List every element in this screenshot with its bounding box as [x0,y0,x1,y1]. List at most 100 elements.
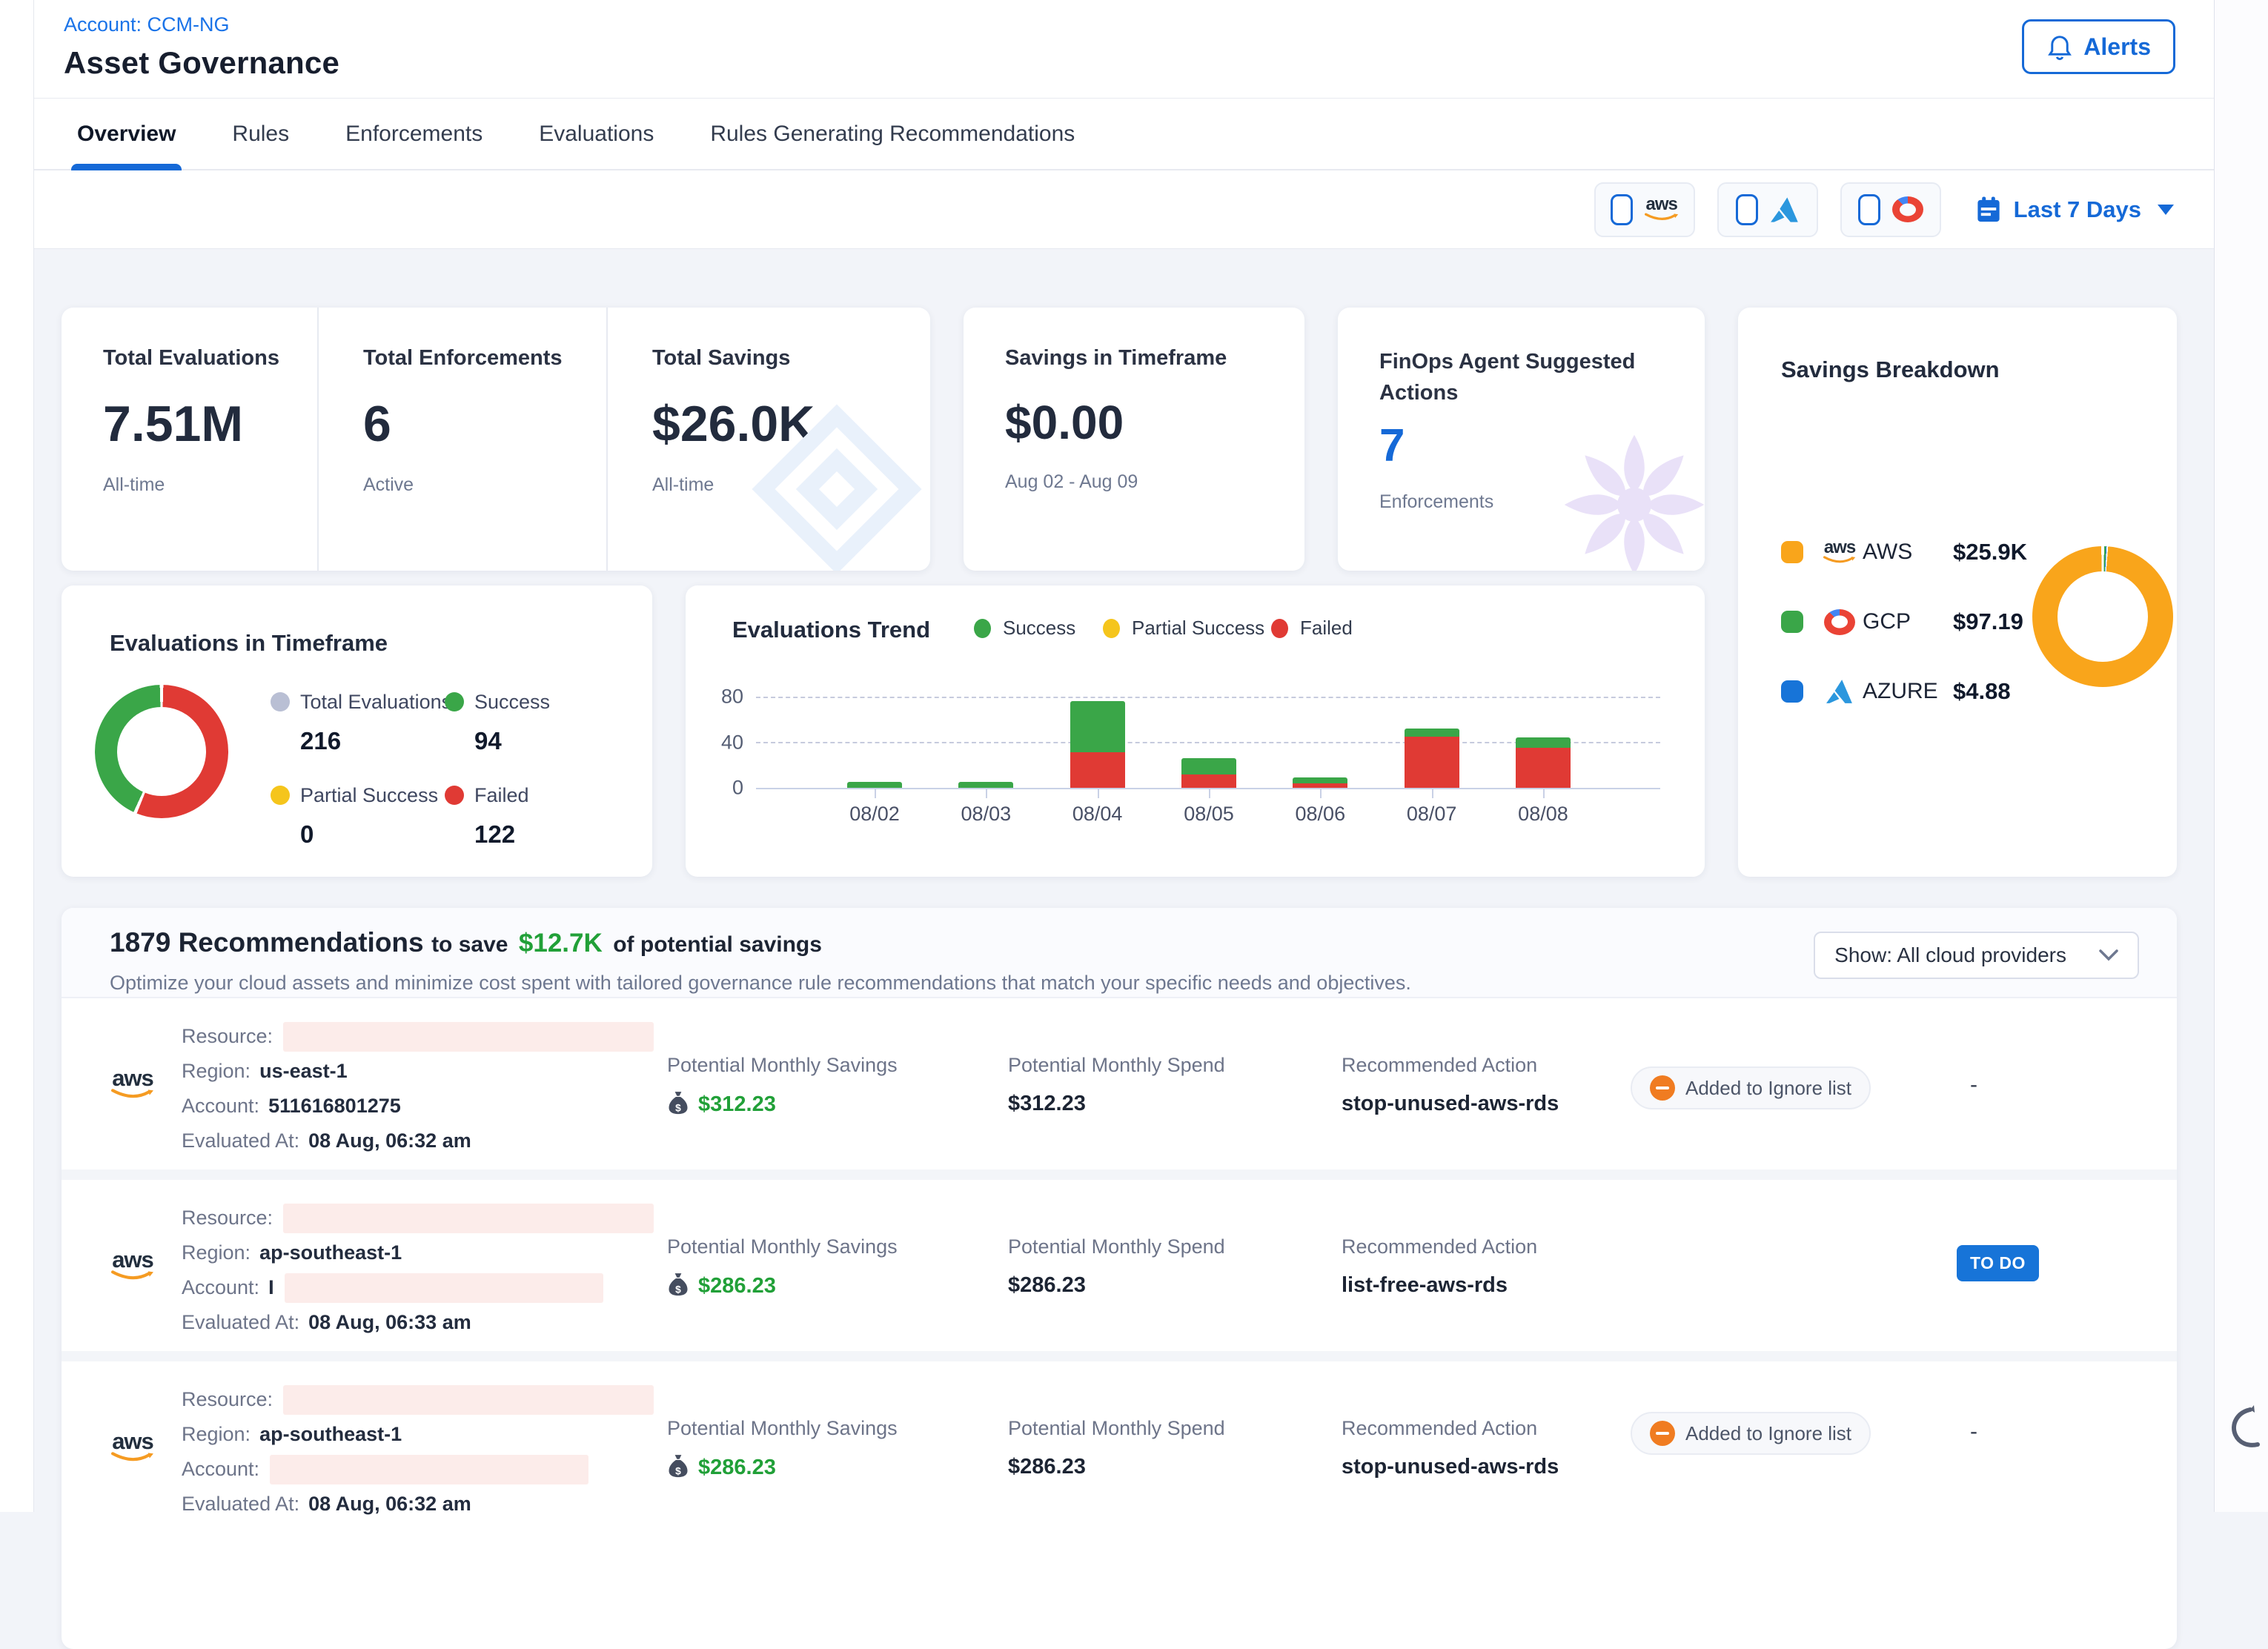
page-title: Asset Governance [64,45,2214,81]
legend-value: 0 [271,820,438,849]
total-savings-stat: Total Savings $26.0K All-time [606,308,930,571]
trend-legend-failed: Failed [1271,617,1353,640]
status-badge-cell: TO DO [1912,1180,2177,1351]
trend-bar-08/05[interactable] [1181,758,1236,788]
status-dash: - [1912,998,2177,1169]
partial-success-dot [271,786,290,805]
x-axis-tick [1543,788,1545,798]
azure-checkbox[interactable] [1736,194,1758,225]
filter-bar: aws [34,170,2214,249]
alerts-label: Alerts [2083,33,2151,61]
y-axis-tick-0: 0 [699,777,743,800]
azure-logo-icon [1770,196,1800,223]
recommendation-row[interactable]: aws Resource: Region:ap-southeast-1 Acco… [62,1361,2177,1533]
trend-bar-08/02[interactable] [847,782,902,788]
tab-label: Rules [232,122,289,147]
recommendations-header: 1879 Recommendations to save $12.7K of p… [62,908,2177,998]
evaluations-trend-title: Evaluations Trend [732,617,930,643]
tab-bar: Overview Rules Enforcements Evaluations … [34,99,2214,170]
failed-dot [1271,619,1288,638]
added-to-ignore-list-pill[interactable]: Added to Ignore list [1631,1412,1871,1455]
tab-rules-generating-recommendations[interactable]: Rules Generating Recommendations [710,99,1075,169]
stat-value: 6 [363,399,606,449]
stat-sub: Aug 02 - Aug 09 [1005,471,1304,493]
legend-item-azure: AZURE $4.88 [1781,669,2027,714]
legend-value: $4.88 [1953,678,2011,705]
support-widget-partial-icon[interactable] [2225,1405,2264,1451]
main-area: Account: CCM-NG Asset Governance Alerts … [34,0,2214,1512]
aws-checkbox[interactable] [1611,194,1633,225]
trend-bar-08/07[interactable] [1405,729,1459,788]
azure-filter-toggle[interactable] [1717,182,1818,237]
redacted-account [270,1455,588,1484]
x-axis-tick [1432,788,1433,798]
y-axis-tick-80: 80 [699,686,743,709]
brand-watermark-icon [726,378,930,571]
finops-agent-card: FinOps Agent Suggested Actions 7 Enforce… [1338,308,1705,571]
aws-filter-toggle[interactable]: aws [1594,182,1695,237]
spend-value: $312.23 [1008,1092,1342,1116]
svg-text:$: $ [675,1465,681,1476]
legend-label: Partial Success [1132,617,1264,640]
aws-logo-icon: aws [1817,540,1863,564]
tab-overview[interactable]: Overview [77,99,176,169]
added-to-ignore-list-pill[interactable]: Added to Ignore list [1631,1066,1871,1109]
x-axis-tick [1209,788,1210,798]
x-axis-tick [875,788,876,798]
region-value: ap-southeast-1 [259,1241,402,1264]
action-value: list-free-aws-rds [1342,1273,1631,1298]
status-cell [1631,1180,1912,1351]
stat-label: FinOps Agent Suggested Actions [1379,346,1639,408]
tab-rules[interactable]: Rules [232,99,289,169]
legend-label: Total Evaluations [271,691,451,714]
gcp-filter-toggle[interactable] [1840,182,1941,237]
tab-evaluations[interactable]: Evaluations [539,99,654,169]
legend-value: 216 [271,727,451,755]
date-range-picker[interactable]: Last 7 Days [1975,196,2174,224]
account-link[interactable]: Account: CCM-NG [64,13,230,36]
tab-label: Enforcements [345,122,483,147]
potential-monthly-savings: Potential Monthly Savings $ $286.23 [667,1180,1008,1351]
page-header: Account: CCM-NG Asset Governance Alerts [34,0,2214,99]
potential-monthly-spend: Potential Monthly Spend $312.23 [1008,998,1342,1169]
legend-item-success: Success 94 [445,691,550,755]
evaluations-in-timeframe-card: Evaluations in Timeframe Total Evaluatio… [62,585,652,877]
trend-bar-08/03[interactable] [958,782,1013,788]
right-rail [2214,0,2268,1512]
agent-flower-watermark-icon [1549,419,1705,571]
redacted-resource [283,1204,654,1233]
trend-success-segment [1516,737,1571,748]
savings-breakdown-donut[interactable] [2032,546,2173,687]
success-dot [974,619,991,638]
stat-label: Total Savings [652,346,930,371]
recommendation-row[interactable]: aws Resource: Region:ap-southeast-1 Acco… [62,1180,2177,1351]
evaluated-at-value: 08 Aug, 06:33 am [308,1311,471,1334]
total-evaluations-stat: Total Evaluations 7.51M All-time [62,308,317,571]
x-axis-tick [1320,788,1322,798]
aws-logo-icon: aws [111,1361,182,1533]
tab-enforcements[interactable]: Enforcements [345,99,483,169]
gcp-checkbox[interactable] [1858,194,1880,225]
svg-text:$: $ [675,1102,681,1113]
gcp-logo-icon [1892,196,1923,222]
legend-label: Partial Success [271,784,438,807]
recommended-action: Recommended Action stop-unused-aws-rds [1342,998,1631,1169]
trend-bar-08/08[interactable] [1516,737,1571,788]
redacted-resource [283,1022,654,1052]
evaluations-donut[interactable] [95,685,228,818]
savings-breakdown-legend: aws AWS $25.9K GCP $97.19 [1781,530,2027,739]
cloud-provider-filter-dropdown[interactable]: Show: All cloud providers [1814,932,2139,979]
aws-logo-icon: aws [111,998,182,1169]
row-divider [62,1351,2177,1361]
recommendation-row[interactable]: aws Resource: Region:us-east-1 Account:5… [62,998,2177,1169]
action-value: stop-unused-aws-rds [1342,1092,1631,1116]
x-axis-tick [986,788,987,798]
alerts-button[interactable]: Alerts [2022,19,2175,74]
calendar-icon [1975,196,2002,224]
trend-bar-08/04[interactable] [1070,701,1125,788]
totals-card: Total Evaluations 7.51M All-time Total E… [62,308,930,571]
legend-item-gcp: GCP $97.19 [1781,600,2027,644]
todo-badge[interactable]: TO DO [1957,1245,2039,1281]
trend-bar-08/06[interactable] [1293,777,1347,788]
trend-x-label: 08/02 [830,803,919,826]
